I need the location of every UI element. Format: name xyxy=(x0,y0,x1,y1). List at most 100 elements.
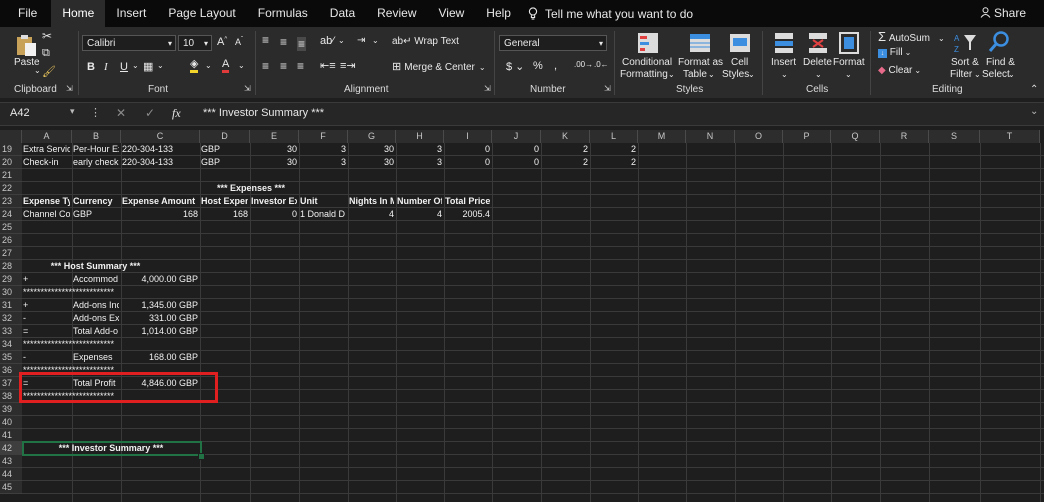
expand-formula-bar-icon[interactable]: ⌄ xyxy=(1030,106,1038,117)
cell-c32[interactable]: 331.00 GBP xyxy=(122,312,198,325)
font-size-select[interactable]: 10 ▾ xyxy=(178,35,212,51)
cell-b31[interactable]: Add-ons Inc xyxy=(73,299,119,312)
decrease-indent-icon[interactable]: ⇤≡ xyxy=(320,59,336,72)
cell-a23[interactable]: Expense Ty xyxy=(23,195,70,208)
align-bottom-icon[interactable]: ≡ xyxy=(297,37,307,51)
fill-color-icon[interactable]: ◈ xyxy=(190,59,199,73)
indent-dropdown-icon[interactable]: ⌄ xyxy=(372,36,379,45)
cell-b32[interactable]: Add-ons Ex xyxy=(73,312,119,325)
cell-c35[interactable]: 168.00 GBP xyxy=(122,351,198,364)
borders-dropdown-icon[interactable]: ⌄ xyxy=(157,61,164,70)
cell-j20[interactable]: 0 xyxy=(493,156,539,169)
cell-d24[interactable]: 168 xyxy=(201,208,248,221)
font-launcher-icon[interactable]: ⇲ xyxy=(244,84,251,93)
orientation-dropdown-icon[interactable]: ⌄ xyxy=(338,36,345,45)
format-painter-icon[interactable]: 🖌 xyxy=(42,65,56,78)
row-header-29[interactable]: 29 xyxy=(0,273,22,286)
menu-formulas[interactable]: Formulas xyxy=(247,0,319,27)
cell-f23[interactable]: Unit xyxy=(300,195,346,208)
row-header-40[interactable]: 40 xyxy=(0,416,22,429)
cell-e20[interactable]: 30 xyxy=(251,156,297,169)
cell-k19[interactable]: 2 xyxy=(542,143,588,156)
cell-b24[interactable]: GBP xyxy=(73,208,119,221)
menu-insert[interactable]: Insert xyxy=(105,0,157,27)
cell-c33[interactable]: 1,014.00 GBP xyxy=(122,325,198,338)
row-header-31[interactable]: 31 xyxy=(0,299,22,312)
column-header-s[interactable]: S xyxy=(929,130,980,143)
column-header-j[interactable]: J xyxy=(492,130,541,143)
separator-stars-row-34[interactable]: ************************** xyxy=(23,338,199,351)
cell-a29[interactable]: + xyxy=(23,273,70,286)
cell-a35[interactable]: - xyxy=(23,351,70,364)
column-header-a[interactable]: A xyxy=(22,130,72,143)
cell-c20[interactable]: 220-304-133 xyxy=(122,156,198,169)
autosum-button[interactable]: Σ AutoSum ⌄ xyxy=(878,29,945,44)
number-launcher-icon[interactable]: ⇲ xyxy=(604,84,611,93)
column-header-l[interactable]: L xyxy=(590,130,638,143)
align-middle-icon[interactable]: ≡ xyxy=(280,35,287,49)
row-header-20[interactable]: 20 xyxy=(0,156,22,169)
cell-g23[interactable]: Nights In M xyxy=(349,195,394,208)
align-top-icon[interactable]: ≡ xyxy=(262,33,269,47)
currency-icon[interactable]: $ ⌄ xyxy=(506,60,524,73)
find-select-button[interactable] xyxy=(987,30,1011,59)
menu-data[interactable]: Data xyxy=(319,0,366,27)
comma-icon[interactable]: , xyxy=(554,60,557,72)
cell-h20[interactable]: 3 xyxy=(397,156,442,169)
format-cells-button[interactable] xyxy=(838,31,860,60)
sort-filter-button[interactable]: AZ xyxy=(953,31,977,60)
row-header-43[interactable]: 43 xyxy=(0,455,22,468)
row-header-28[interactable]: 28 xyxy=(0,260,22,273)
row-header-32[interactable]: 32 xyxy=(0,312,22,325)
cell-c31[interactable]: 1,345.00 GBP xyxy=(122,299,198,312)
underline-button[interactable]: U xyxy=(120,61,128,73)
spreadsheet-grid[interactable]: ABCDEFGHIJKLMNOPQRST 19 20 21 22 23 24 25 26 27 2… xyxy=(0,130,1044,502)
cell-c29[interactable]: 4,000.00 GBP xyxy=(122,273,198,286)
menu-home[interactable]: Home xyxy=(51,0,106,27)
tell-me-search[interactable]: Tell me what you want to do xyxy=(528,7,693,21)
fill-button[interactable]: ↓ Fill ⌄ xyxy=(878,47,911,58)
name-box[interactable]: A42 xyxy=(10,107,30,119)
decrease-decimal-icon[interactable]: .0← xyxy=(594,60,609,69)
cancel-edit-icon[interactable]: ✕ xyxy=(116,106,126,120)
cell-i23[interactable]: Total Price xyxy=(445,195,490,208)
cell-a19[interactable]: Extra Servic xyxy=(23,143,70,156)
delete-cells-button[interactable] xyxy=(807,31,829,60)
cell-b23[interactable]: Currency xyxy=(73,195,119,208)
copy-icon[interactable]: ⧉ xyxy=(42,47,50,60)
cell-b19[interactable]: Per-Hour Ex xyxy=(73,143,119,156)
row-header-21[interactable]: 21 xyxy=(0,169,22,182)
name-box-dropdown-icon[interactable]: ▾ xyxy=(70,106,75,117)
menu-file[interactable]: File xyxy=(0,0,51,27)
insert-function-icon[interactable]: fx xyxy=(172,106,181,121)
merge-center-button[interactable]: ⊞ Merge & Center ⌄ xyxy=(392,60,486,73)
cell-a24[interactable]: Channel Co xyxy=(23,208,70,221)
column-header-g[interactable]: G xyxy=(348,130,396,143)
row-header-39[interactable]: 39 xyxy=(0,403,22,416)
cell-f19[interactable]: 3 xyxy=(300,143,346,156)
cell-a33[interactable]: = xyxy=(23,325,70,338)
row-header-27[interactable]: 27 xyxy=(0,247,22,260)
font-color-icon[interactable]: A xyxy=(222,59,230,73)
menu-page-layout[interactable]: Page Layout xyxy=(157,0,246,27)
cell-g20[interactable]: 30 xyxy=(349,156,394,169)
menu-review[interactable]: Review xyxy=(366,0,427,27)
cell-d23[interactable]: Host Expen xyxy=(201,195,248,208)
row-header-23[interactable]: 23 xyxy=(0,195,22,208)
menu-help[interactable]: Help xyxy=(475,0,522,27)
row-header-33[interactable]: 33 xyxy=(0,325,22,338)
cell-d19[interactable]: GBP xyxy=(201,143,248,156)
cell-e23[interactable]: Investor Ex xyxy=(251,195,297,208)
menu-view[interactable]: View xyxy=(428,0,476,27)
decrease-font-icon[interactable]: Aˇ xyxy=(235,37,243,47)
more-options-icon[interactable]: ⋮ xyxy=(90,106,101,119)
row-header-19[interactable]: 19 xyxy=(0,143,22,156)
insert-cells-button[interactable] xyxy=(773,31,795,60)
cell-e19[interactable]: 30 xyxy=(251,143,297,156)
row-header-35[interactable]: 35 xyxy=(0,351,22,364)
column-header-k[interactable]: K xyxy=(541,130,590,143)
cell-h23[interactable]: Number Of xyxy=(397,195,442,208)
cell-f20[interactable]: 3 xyxy=(300,156,346,169)
font-color-dropdown-icon[interactable]: ⌄ xyxy=(238,61,245,70)
column-header-c[interactable]: C xyxy=(121,130,200,143)
